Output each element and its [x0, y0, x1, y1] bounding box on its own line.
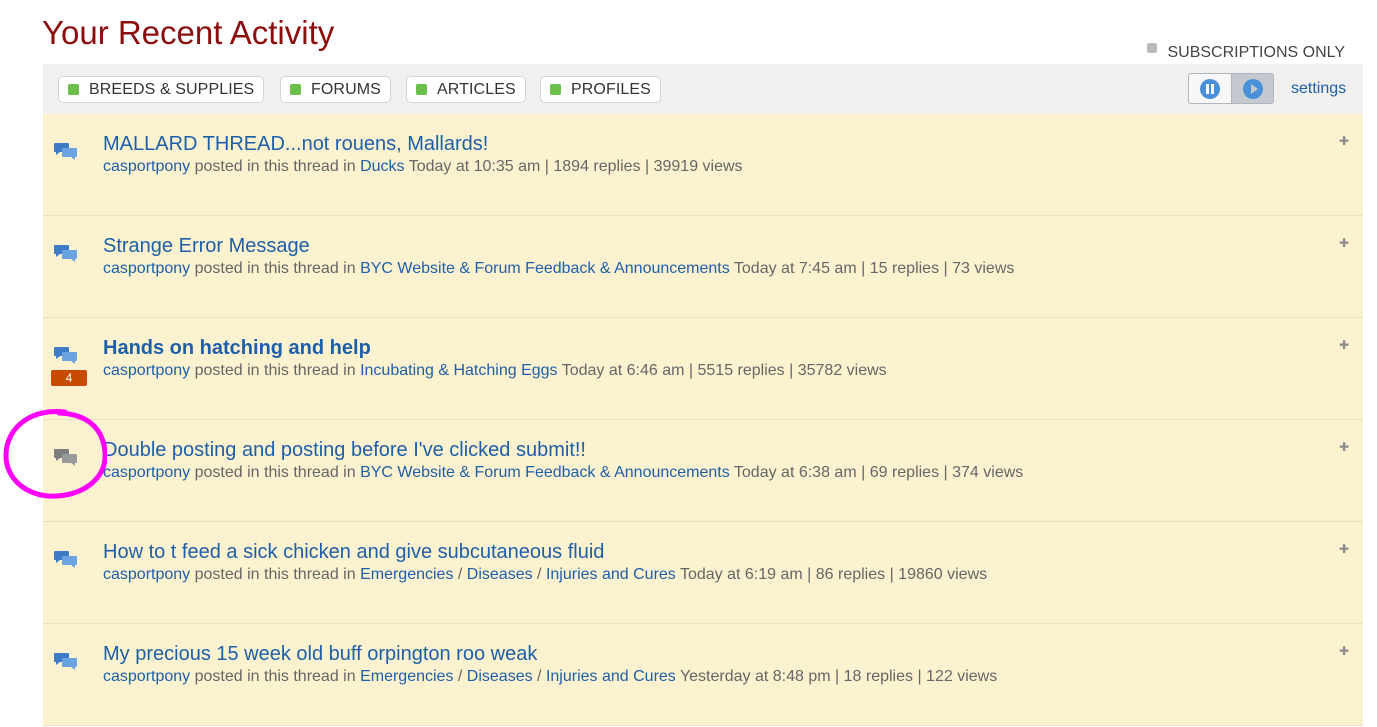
category-link[interactable]: Incubating & Hatching Eggs	[360, 362, 557, 379]
username-link[interactable]: casportpony	[103, 158, 190, 175]
chat-bubbles-icon	[54, 141, 78, 161]
thread-title-link[interactable]: Double posting and posting before I've c…	[103, 439, 586, 462]
chat-bubbles-gray-icon	[54, 447, 78, 467]
filter-label: FORUMS	[311, 80, 381, 98]
category-link[interactable]: Injuries and Cures	[546, 668, 676, 685]
pause-play-toggle	[1188, 73, 1274, 104]
reply-count: 15 replies	[869, 260, 940, 277]
post-time: Today at 6:19 am	[679, 566, 803, 583]
activity-item: 4 Hands on hatching and help casportpony p…	[43, 318, 1363, 420]
filter-label: BREEDS & SUPPLIES	[89, 80, 255, 98]
checkbox-icon[interactable]	[1147, 43, 1158, 53]
view-count: 374 views	[952, 464, 1024, 481]
username-link[interactable]: casportpony	[103, 464, 190, 481]
pause-icon	[1200, 78, 1220, 99]
thread-title-link[interactable]: MALLARD THREAD...not rouens, Mallards!	[103, 133, 488, 156]
view-count: 39919 views	[653, 158, 743, 175]
username-link[interactable]: casportpony	[103, 566, 190, 583]
username-link[interactable]: casportpony	[103, 668, 190, 685]
view-count: 19860 views	[898, 566, 988, 583]
filter-bar: BREEDS & SUPPLIES FORUMS ARTICLES PROFIL…	[43, 64, 1363, 115]
expand-plus-icon[interactable]: ✚	[1339, 134, 1349, 148]
green-dot-icon	[68, 84, 79, 95]
chat-bubbles-icon	[54, 243, 78, 263]
thread-meta: casportpony posted in this thread in Eme…	[103, 566, 988, 583]
unread-count-badge[interactable]: 4	[51, 370, 87, 386]
thread-meta: casportpony posted in this thread in Inc…	[103, 362, 887, 379]
post-time: Yesterday at 8:48 pm	[679, 668, 831, 685]
category-link[interactable]: Diseases	[467, 668, 533, 685]
posted-in-text: posted in this thread in	[194, 668, 356, 685]
green-dot-icon	[550, 84, 561, 95]
page-title: Your Recent Activity	[42, 14, 335, 51]
thread-title-link[interactable]: How to t feed a sick chicken and give su…	[103, 541, 604, 564]
thread-meta: casportpony posted in this thread in BYC…	[103, 260, 1015, 277]
posted-in-text: posted in this thread in	[194, 464, 356, 481]
expand-plus-icon[interactable]: ✚	[1339, 542, 1349, 556]
username-link[interactable]: casportpony	[103, 260, 190, 277]
thread-title-link[interactable]: My precious 15 week old buff orpington r…	[103, 643, 537, 666]
category-link[interactable]: Ducks	[360, 158, 404, 175]
settings-link[interactable]: settings	[1291, 80, 1346, 98]
posted-in-text: posted in this thread in	[194, 158, 356, 175]
subscriptions-only-toggle[interactable]: SUBSCRIPTIONS ONLY	[1147, 43, 1345, 62]
reply-count: 1894 replies	[553, 158, 641, 175]
filter-label: ARTICLES	[437, 80, 516, 98]
chat-bubbles-icon	[54, 651, 78, 671]
activity-item: MALLARD THREAD...not rouens, Mallards! ca…	[43, 114, 1363, 216]
reply-count: 86 replies	[815, 566, 886, 583]
post-time: Today at 7:45 am	[733, 260, 857, 277]
pause-button[interactable]	[1189, 74, 1232, 103]
view-count: 122 views	[926, 668, 998, 685]
category-link[interactable]: BYC Website & Forum Feedback & Announcem…	[360, 464, 730, 481]
filter-profiles[interactable]: PROFILES	[540, 76, 661, 103]
post-time: Today at 6:38 am	[733, 464, 857, 481]
category-link[interactable]: Injuries and Cures	[546, 566, 676, 583]
chat-bubbles-icon	[54, 345, 78, 365]
thread-meta: casportpony posted in this thread in Eme…	[103, 668, 998, 685]
thread-meta: casportpony posted in this thread in Duc…	[103, 158, 743, 175]
activity-feed: MALLARD THREAD...not rouens, Mallards! ca…	[43, 114, 1363, 726]
play-button[interactable]	[1232, 74, 1273, 103]
category-link[interactable]: BYC Website & Forum Feedback & Announcem…	[360, 260, 730, 277]
category-link[interactable]: Emergencies	[360, 566, 453, 583]
activity-item: My precious 15 week old buff orpington r…	[43, 624, 1363, 726]
activity-item: Strange Error Message casportpony posted …	[43, 216, 1363, 318]
filter-forums[interactable]: FORUMS	[280, 76, 391, 103]
post-time: Today at 10:35 am	[408, 158, 541, 175]
expand-plus-icon[interactable]: ✚	[1339, 338, 1349, 352]
green-dot-icon	[290, 84, 301, 95]
filter-label: PROFILES	[571, 80, 651, 98]
view-count: 35782 views	[797, 362, 887, 379]
expand-plus-icon[interactable]: ✚	[1339, 440, 1349, 454]
thread-meta: casportpony posted in this thread in BYC…	[103, 464, 1024, 481]
category-link[interactable]: Diseases	[467, 566, 533, 583]
username-link[interactable]: casportpony	[103, 362, 190, 379]
view-count: 73 views	[952, 260, 1015, 277]
category-link[interactable]: Emergencies	[360, 668, 453, 685]
green-dot-icon	[416, 84, 427, 95]
chat-bubbles-icon	[54, 549, 78, 569]
reply-count: 69 replies	[869, 464, 940, 481]
filter-articles[interactable]: ARTICLES	[406, 76, 526, 103]
thread-title-link[interactable]: Strange Error Message	[103, 235, 310, 258]
reply-count: 5515 replies	[697, 362, 785, 379]
expand-plus-icon[interactable]: ✚	[1339, 644, 1349, 658]
reply-count: 18 replies	[843, 668, 913, 685]
activity-item: Double posting and posting before I've c…	[43, 420, 1363, 522]
subscriptions-only-label: SUBSCRIPTIONS ONLY	[1167, 44, 1345, 61]
posted-in-text: posted in this thread in	[194, 566, 356, 583]
post-time: Today at 6:46 am	[561, 362, 685, 379]
posted-in-text: posted in this thread in	[194, 260, 356, 277]
posted-in-text: posted in this thread in	[194, 362, 356, 379]
activity-item: How to t feed a sick chicken and give su…	[43, 522, 1363, 624]
filter-breeds-supplies[interactable]: BREEDS & SUPPLIES	[58, 76, 265, 103]
play-icon	[1243, 78, 1263, 99]
thread-title-link[interactable]: Hands on hatching and help	[103, 337, 371, 360]
expand-plus-icon[interactable]: ✚	[1339, 236, 1349, 250]
